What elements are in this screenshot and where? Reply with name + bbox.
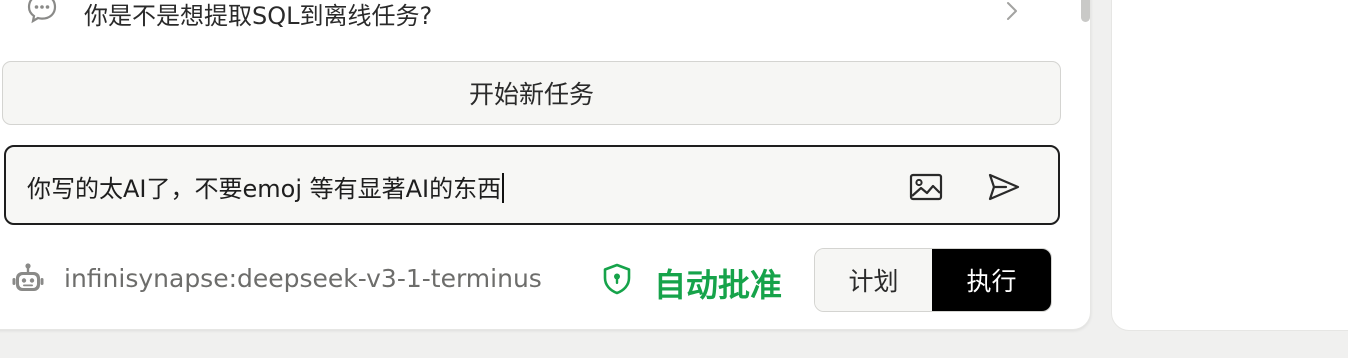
new-task-button[interactable]: 开始新任务 xyxy=(2,61,1061,125)
suggestion-text: 你是不是想提取SQL到离线任务? xyxy=(84,2,433,30)
send-icon[interactable] xyxy=(986,171,1022,203)
auto-approve-label[interactable]: 自动批准 xyxy=(654,260,782,306)
model-name[interactable]: infinisynapse:deepseek-v3-1-terminus xyxy=(64,264,542,293)
mode-switch: 计划 执行 xyxy=(814,248,1052,312)
chat-bubble-icon xyxy=(27,0,57,24)
image-icon[interactable] xyxy=(908,172,944,202)
chat-input-value: 你写的太AI了，不要emoj 等有显著AI的东西 xyxy=(27,175,502,203)
chat-input[interactable]: 你写的太AI了，不要emoj 等有显著AI的东西 xyxy=(27,169,505,204)
robot-icon xyxy=(12,263,44,291)
text-caret xyxy=(502,173,505,203)
shield-icon xyxy=(603,263,631,295)
chevron-right-icon xyxy=(1007,2,1017,20)
execute-mode-button[interactable]: 执行 xyxy=(932,249,1051,311)
side-panel xyxy=(1111,0,1348,331)
suggestion-item[interactable]: 你是不是想提取SQL到离线任务? xyxy=(0,0,1060,30)
chat-input-box[interactable]: 你写的太AI了，不要emoj 等有显著AI的东西 xyxy=(4,145,1060,225)
plan-mode-button[interactable]: 计划 xyxy=(815,249,933,311)
scrollbar-thumb[interactable] xyxy=(1081,0,1090,22)
model-bar: infinisynapse:deepseek-v3-1-terminus 自动批… xyxy=(0,248,1060,312)
